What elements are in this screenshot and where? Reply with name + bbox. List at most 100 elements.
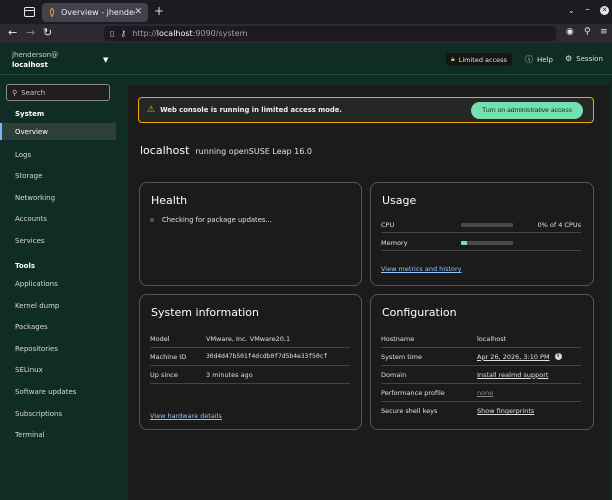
sidebar-item-storage[interactable]: Storage xyxy=(0,167,116,184)
system-time-row: System time Apr 26, 2026, 3:10 PM i xyxy=(381,348,581,366)
sidebar-item-repositories[interactable]: Repositories xyxy=(0,340,116,357)
cpu-value: 0% of 4 CPUs xyxy=(537,220,581,229)
browser-nav-bar: ← → ↻ ▯ ⚷ http://localhost:9090/system ◉… xyxy=(0,24,612,43)
system-time-key: System time xyxy=(381,352,422,361)
host-user: jhenderson@ xyxy=(12,51,59,59)
host-name: localhost xyxy=(12,61,48,69)
usage-title: Usage xyxy=(382,194,417,207)
performance-profile-value[interactable]: none xyxy=(477,389,493,397)
model-row: Model VMware, Inc. VMware20,1 xyxy=(150,330,350,348)
gear-icon: ⚙ xyxy=(565,54,573,63)
limited-access-alert: ⚠ Web console is running in limited acce… xyxy=(138,97,594,123)
sidebar-item-applications[interactable]: Applications xyxy=(0,275,116,292)
sidebar-item-services[interactable]: Services xyxy=(0,232,116,249)
tab-close-icon[interactable]: ✕ xyxy=(134,7,142,17)
system-info-card: System information Model VMware, Inc. VM… xyxy=(139,294,362,430)
model-key: Model xyxy=(150,334,170,343)
up-since-value: 3 minutes ago xyxy=(206,370,253,379)
sidebar-item-networking[interactable]: Networking xyxy=(0,189,116,206)
machine-id-value: 30d4d47b501f4dcdb0f7d5b4e33f50cf xyxy=(206,353,328,360)
up-since-row: Up since 3 minutes ago xyxy=(150,366,350,384)
domain-key: Domain xyxy=(381,370,407,379)
account-icon[interactable]: ◉ xyxy=(566,27,574,37)
help-button[interactable]: ⓘ Help xyxy=(525,54,553,65)
health-status: Checking for package updates... xyxy=(162,216,272,224)
spinner-icon xyxy=(150,218,154,222)
sidebar-section-tools: Tools xyxy=(15,262,36,270)
session-label: Session xyxy=(576,54,603,63)
sidebar-item-terminal[interactable]: Terminal xyxy=(0,426,116,443)
browser-tab-active[interactable]: Overview - jhenderson@ ✕ xyxy=(42,3,148,22)
sidebar-item-selinux[interactable]: SELinux xyxy=(0,361,116,378)
view-hardware-details-link[interactable]: View hardware details xyxy=(150,412,222,420)
ssh-keys-key: Secure shell keys xyxy=(381,407,438,415)
sidebar-section-system: System xyxy=(15,110,45,118)
system-time-link[interactable]: Apr 26, 2026, 3:10 PM xyxy=(477,353,550,361)
configuration-card: Configuration Hostname localhost System … xyxy=(370,294,594,430)
app-menu-icon[interactable]: ≡ xyxy=(600,27,608,37)
main-area: ⚠ Web console is running in limited acce… xyxy=(116,75,612,500)
memory-label: Memory xyxy=(381,238,408,247)
cockpit-favicon-icon xyxy=(49,8,55,17)
memory-row: Memory xyxy=(381,235,581,251)
sidebar-item-logs[interactable]: Logs xyxy=(0,146,116,163)
sidebar-item-packages[interactable]: Packages xyxy=(0,318,116,335)
sidebar-item-accounts[interactable]: Accounts xyxy=(0,210,116,227)
extensions-icon[interactable]: ⚲ xyxy=(584,27,591,37)
window-close-icon[interactable]: ✕ xyxy=(600,6,609,15)
sidebar-item-kernel-dump[interactable]: Kernel dump xyxy=(0,297,116,314)
cpu-bar xyxy=(461,223,513,227)
cpu-row: CPU 0% of 4 CPUs xyxy=(381,217,581,233)
back-icon[interactable]: ← xyxy=(8,26,17,39)
sidebar-item-subscriptions[interactable]: Subscriptions xyxy=(0,405,116,422)
host-switcher[interactable]: jhenderson@ localhost xyxy=(12,50,58,70)
ssh-keys-row: Secure shell keys Show fingerprints xyxy=(381,402,581,420)
alert-message: Web console is running in limited access… xyxy=(160,106,342,114)
url-prefix: http:// xyxy=(132,29,157,38)
page-os: running openSUSE Leap 16.0 xyxy=(195,147,312,156)
limited-access-button[interactable]: 🔒︎ Limited access xyxy=(446,53,512,66)
search-input[interactable] xyxy=(21,88,102,97)
view-metrics-link[interactable]: View metrics and history xyxy=(381,265,462,273)
hostname-row: Hostname localhost xyxy=(381,330,581,348)
page-info-icon[interactable]: ▯ xyxy=(110,29,114,38)
turn-on-admin-access-button[interactable]: Turn on administrative access xyxy=(471,102,583,119)
limited-access-label: Limited access xyxy=(458,55,507,64)
show-fingerprints-link[interactable]: Show fingerprints xyxy=(477,407,534,415)
warning-icon: ⚠ xyxy=(147,105,156,115)
url-path: :9090/system xyxy=(192,29,248,38)
memory-bar-fill xyxy=(461,241,468,245)
session-button[interactable]: ⚙ Session xyxy=(565,54,603,63)
window-minimize-icon[interactable]: – xyxy=(585,4,590,15)
address-bar[interactable]: ▯ ⚷ http://localhost:9090/system xyxy=(104,26,556,41)
health-title: Health xyxy=(151,194,188,207)
performance-profile-key: Performance profile xyxy=(381,388,445,397)
domain-row: Domain Install realmd support xyxy=(381,366,581,384)
cpu-label: CPU xyxy=(381,220,395,229)
help-icon: ⓘ xyxy=(525,55,533,64)
search-icon: ⚲ xyxy=(12,88,18,97)
search-field[interactable]: ⚲ xyxy=(6,84,110,101)
health-card: Health Checking for package updates... xyxy=(139,182,362,286)
hostname-key: Hostname xyxy=(381,334,415,343)
usage-card: Usage CPU 0% of 4 CPUs Memory View metri… xyxy=(370,182,594,286)
new-tab-button[interactable]: + xyxy=(154,4,164,18)
reload-icon[interactable]: ↻ xyxy=(43,26,52,39)
cockpit-header: jhenderson@ localhost ▼ 🔒︎ Limited acces… xyxy=(0,43,612,75)
help-label: Help xyxy=(537,55,553,64)
system-info-title: System information xyxy=(151,306,260,319)
page-title: localhost running openSUSE Leap 16.0 xyxy=(140,144,312,157)
install-realmd-link[interactable]: Install realmd support xyxy=(477,371,548,379)
sidebar-item-overview[interactable]: Overview xyxy=(0,123,116,140)
permissions-key-icon[interactable]: ⚷ xyxy=(120,29,126,38)
tab-list-icon[interactable] xyxy=(24,7,35,17)
caret-down-icon[interactable]: ▼ xyxy=(103,56,108,64)
list-all-tabs-icon[interactable]: ⌄ xyxy=(568,6,575,15)
sidebar-item-software-updates[interactable]: Software updates xyxy=(0,383,116,400)
memory-bar xyxy=(461,241,513,245)
overview-page: ⚠ Web console is running in limited acce… xyxy=(128,85,610,500)
performance-profile-row: Performance profile none xyxy=(381,384,581,402)
forward-icon[interactable]: → xyxy=(26,26,35,39)
configuration-title: Configuration xyxy=(382,306,457,319)
info-icon[interactable]: i xyxy=(554,353,562,360)
